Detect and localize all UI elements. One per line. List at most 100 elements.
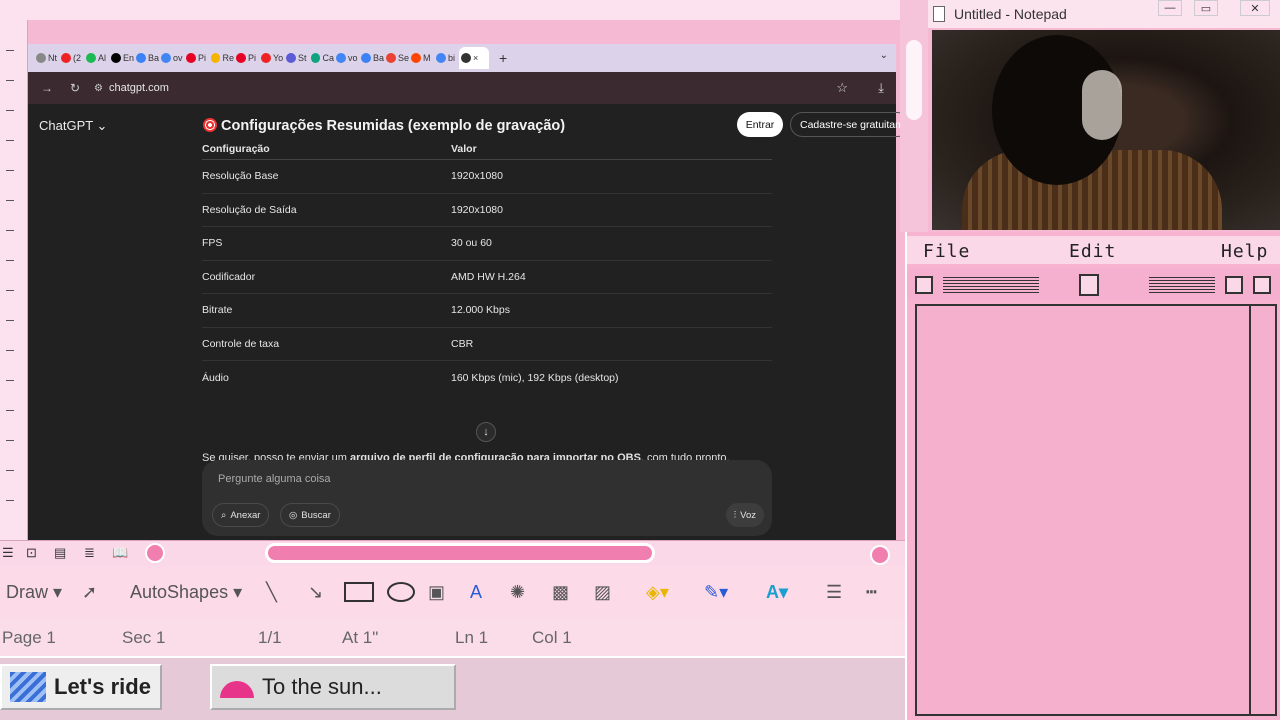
browser-tab[interactable]: Al xyxy=(84,47,109,69)
lines-decoration xyxy=(943,277,1039,293)
browser-tab[interactable]: Nt xyxy=(34,47,59,69)
reload-icon[interactable]: ↻ xyxy=(66,81,84,95)
browser-tab[interactable]: Yo xyxy=(259,47,284,69)
outline-view-icon[interactable]: ≣ xyxy=(84,545,95,561)
browser-tab[interactable]: Pi xyxy=(234,47,259,69)
browser-tab[interactable]: vo xyxy=(334,47,359,69)
notepad-vertical-scrollbar[interactable] xyxy=(1249,306,1275,714)
tab-favicon-icon xyxy=(436,53,446,63)
table-cell: CBR xyxy=(451,337,474,350)
tab-favicon-icon xyxy=(236,53,246,63)
voice-button[interactable]: ⫶ Voz xyxy=(725,503,764,527)
normal-view-icon[interactable]: ☰ xyxy=(2,545,14,561)
web-view-icon[interactable]: ⊡ xyxy=(26,545,37,561)
draw-menu[interactable]: Draw ▾ xyxy=(6,582,62,603)
chatgpt-model-selector[interactable]: ChatGPT ⌄ xyxy=(39,118,107,134)
scroll-left-button[interactable] xyxy=(145,543,165,563)
tab-favicon-icon xyxy=(411,53,421,63)
tab-label: M xyxy=(423,53,431,63)
document-icon[interactable] xyxy=(1079,274,1099,296)
login-button[interactable]: Entrar xyxy=(737,112,783,137)
heading-text: Configurações Resumidas (exemplo de grav… xyxy=(221,118,566,134)
tab-label: Pi xyxy=(248,53,257,63)
menu-help[interactable]: Help xyxy=(1221,241,1268,262)
attach-button[interactable]: ⌕ Anexar xyxy=(212,503,270,527)
status-page: Page 1 xyxy=(2,628,56,647)
print-view-icon[interactable]: ▤ xyxy=(54,545,66,561)
download-icon[interactable]: ⤓ xyxy=(878,80,884,96)
menu-edit[interactable]: Edit xyxy=(1069,241,1116,262)
autoshapes-menu[interactable]: AutoShapes ▾ xyxy=(130,582,242,603)
clipart-tool-icon[interactable]: ▩ xyxy=(552,582,569,603)
search-label: Buscar xyxy=(301,509,331,521)
scroll-right-button[interactable] xyxy=(870,545,890,565)
table-header-cell: Valor xyxy=(451,142,477,155)
tab-favicon-icon xyxy=(136,53,146,63)
dash-style-icon[interactable]: ┅ xyxy=(866,582,877,603)
taskbar-item-to-the-sun[interactable]: To the sun... xyxy=(210,664,456,710)
notepad-title: Untitled - Notepad xyxy=(954,6,1067,22)
font-color-icon[interactable]: A▾ xyxy=(766,582,788,603)
menu-file[interactable]: File xyxy=(923,241,970,262)
tab-favicon-icon xyxy=(261,53,271,63)
tab-favicon-icon xyxy=(86,53,96,63)
scroll-down-button[interactable]: ↓ xyxy=(476,422,496,442)
textbox-tool-icon[interactable]: ▣ xyxy=(428,582,445,603)
arrow-tool-icon[interactable]: ↘ xyxy=(308,582,323,603)
browser-tab[interactable]: Pi xyxy=(184,47,209,69)
browser-tab[interactable]: Re xyxy=(209,47,234,69)
forward-icon[interactable]: → xyxy=(38,81,56,95)
diagram-tool-icon[interactable]: ✺ xyxy=(510,582,525,603)
checkbox-icon[interactable] xyxy=(915,276,933,294)
split-window-icon[interactable] xyxy=(1225,276,1243,294)
site-info-icon[interactable]: ⚙ xyxy=(94,83,103,94)
tab-chatgpt[interactable]: × xyxy=(459,47,489,69)
browser-tab[interactable]: Ba xyxy=(134,47,159,69)
table-cell: 12.000 Kbps xyxy=(451,304,510,317)
task-label: Let's ride xyxy=(54,674,151,699)
browser-tab[interactable]: Se xyxy=(384,47,409,69)
wave-icon xyxy=(10,672,46,702)
vertical-scrollbar-thumb[interactable] xyxy=(906,40,922,120)
browser-tab[interactable]: St xyxy=(284,47,309,69)
reading-view-icon[interactable]: 📖 xyxy=(112,545,128,561)
wordart-tool-icon[interactable]: A xyxy=(470,582,482,603)
line-color-icon[interactable]: ✎▾ xyxy=(704,582,728,603)
maximize-icon[interactable]: ▭ xyxy=(1194,0,1218,16)
tab-favicon-icon xyxy=(286,53,296,63)
tab-favicon-icon xyxy=(111,53,121,63)
picture-tool-icon[interactable]: ▨ xyxy=(594,582,611,603)
oval-tool-icon[interactable] xyxy=(387,582,415,602)
browser-tab[interactable]: ov xyxy=(159,47,184,69)
fill-color-icon[interactable]: ◈▾ xyxy=(646,582,669,603)
browser-tab[interactable]: Ba xyxy=(359,47,384,69)
notepad-text-area[interactable] xyxy=(915,304,1277,716)
url-field[interactable]: chatgpt.com xyxy=(109,82,169,94)
close-icon[interactable]: ✕ xyxy=(1240,0,1270,16)
notepad-toolbar xyxy=(907,268,1280,300)
browser-tab[interactable]: bi xyxy=(434,47,459,69)
bookmark-star-icon[interactable]: ☆ xyxy=(836,80,848,96)
tab-favicon-icon xyxy=(361,53,371,63)
new-tab-button[interactable]: + xyxy=(499,50,507,66)
vertical-scrollbar[interactable] xyxy=(900,0,928,232)
list-window-icon[interactable] xyxy=(1253,276,1271,294)
horizontal-scrollbar-thumb[interactable] xyxy=(265,543,655,563)
tab-search-icon[interactable]: ⌄ xyxy=(880,50,888,61)
browser-tab[interactable]: M xyxy=(409,47,434,69)
browser-window: Nt (2 Al En Ba ov Pi Re Pi Yo St Ca vo Ba Se Mbi × + ⌄ … xyxy=(28,44,910,540)
minimize-icon[interactable]: — xyxy=(1158,0,1182,16)
prompt-input[interactable]: Pergunte alguma coisa xyxy=(218,473,331,485)
line-tool-icon[interactable]: ╲ xyxy=(266,582,277,603)
browser-tab[interactable]: Ca xyxy=(309,47,334,69)
search-button[interactable]: ◎ Buscar xyxy=(280,503,340,527)
line-style-icon[interactable]: ☰ xyxy=(826,582,842,603)
rectangle-tool-icon[interactable] xyxy=(344,582,374,602)
taskbar-item-lets-ride[interactable]: Let's ride xyxy=(0,664,162,710)
select-pointer-icon[interactable]: ➚ xyxy=(82,582,97,603)
signup-button[interactable]: Cadastre-se gratuitamente xyxy=(790,112,910,137)
tab-label: Se xyxy=(397,53,409,63)
tab-close-icon[interactable]: × xyxy=(473,53,478,63)
browser-tab[interactable]: En xyxy=(109,47,134,69)
browser-tab[interactable]: (2 xyxy=(59,47,84,69)
